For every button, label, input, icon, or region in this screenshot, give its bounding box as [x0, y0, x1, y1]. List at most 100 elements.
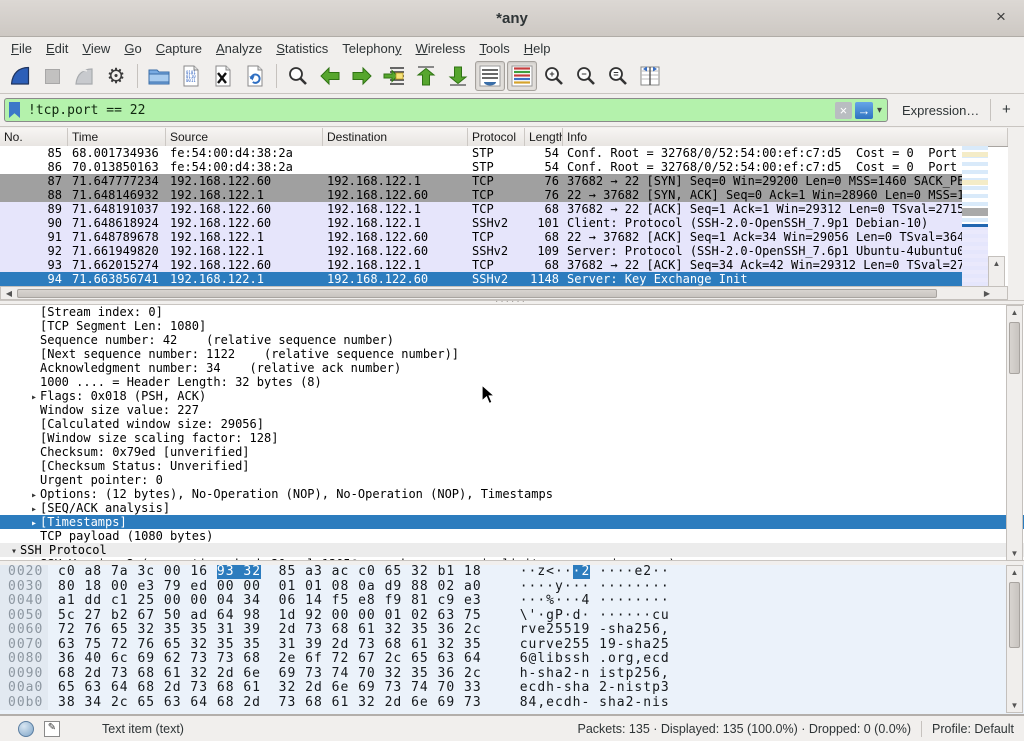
reload-file-icon[interactable]	[240, 61, 270, 91]
hex-ascii[interactable]: \'·gP·d· ······cu	[520, 608, 670, 623]
menu-view[interactable]: View	[75, 39, 117, 58]
menu-telephony[interactable]: Telephony	[335, 39, 408, 58]
hex-row-00b0[interactable]: 00b038 34 2c 65 63 64 68 2d 73 68 61 32 …	[0, 696, 1024, 711]
column-header-info[interactable]: Info	[563, 128, 1008, 146]
hex-row-0080[interactable]: 008036 40 6c 69 62 73 73 68 2e 6f 72 67 …	[0, 652, 1024, 667]
column-header-destination[interactable]: Destination	[323, 128, 468, 146]
packet-row-94[interactable]: 9471.663856741192.168.122.1192.168.122.6…	[0, 272, 962, 286]
titlebar[interactable]: *any ×	[0, 0, 1024, 37]
column-header-source[interactable]: Source	[166, 128, 323, 146]
hex-row-0090[interactable]: 009068 2d 73 68 61 32 2d 6e 69 73 74 70 …	[0, 667, 1024, 682]
expert-info-icon[interactable]	[18, 721, 34, 737]
hex-ascii[interactable]: ····y··· ········	[520, 579, 670, 594]
hex-bytes[interactable]: 63 75 72 76 65 32 35 35 31 39 2d 73 68 6…	[58, 637, 482, 652]
capture-comment-icon[interactable]: ✎	[44, 721, 60, 737]
packet-row-86[interactable]: 8670.013850163fe:54:00:d4:38:2aSTP54Conf…	[0, 160, 962, 174]
column-header-length[interactable]: Length	[525, 128, 563, 146]
packet-row-85[interactable]: 8568.001734936fe:54:00:d4:38:2aSTP54Conf…	[0, 146, 962, 160]
packet-list-minimap[interactable]	[962, 146, 988, 286]
zoom-in-icon[interactable]: +	[539, 61, 569, 91]
scroll-thumb[interactable]	[1009, 322, 1020, 374]
detail-row[interactable]: TCP payload (1080 bytes)	[0, 529, 1024, 543]
scroll-left-icon[interactable]: ◀	[3, 289, 15, 298]
detail-row[interactable]: ▸[SEQ/ACK analysis]	[0, 501, 1024, 515]
menu-help[interactable]: Help	[517, 39, 558, 58]
hex-bytes[interactable]: 38 34 2c 65 63 64 68 2d 73 68 61 32 2d 6…	[58, 695, 482, 710]
hex-row-0060[interactable]: 006072 76 65 32 35 35 31 39 2d 73 68 61 …	[0, 623, 1024, 638]
hex-ascii[interactable]: curve255 19-sha25	[520, 637, 670, 652]
apply-filter-icon[interactable]: →	[855, 102, 873, 119]
hex-bytes[interactable]: 5c 27 b2 67 50 ad 64 98 1d 92 00 00 01 0…	[58, 608, 482, 623]
packet-row-88[interactable]: 8871.648146932192.168.122.1192.168.122.6…	[0, 188, 962, 202]
scroll-down-icon[interactable]: ▼	[1007, 701, 1022, 710]
detail-row[interactable]: [Calculated window size: 29056]	[0, 417, 1024, 431]
column-header-time[interactable]: Time	[68, 128, 166, 146]
scroll-down-icon[interactable]: ▼	[1007, 549, 1022, 558]
scroll-up-icon[interactable]: ▲	[1007, 308, 1022, 317]
column-header-no[interactable]: No.	[0, 128, 68, 146]
hex-row-0020[interactable]: 0020c0 a8 7a 3c 00 16 93 32 85 a3 ac c0 …	[0, 565, 1024, 580]
display-filter-input[interactable]: !tcp.port == 22 × → ▾	[4, 98, 888, 122]
filter-text[interactable]: !tcp.port == 22	[28, 103, 835, 118]
colorize-icon[interactable]	[507, 61, 537, 91]
open-file-icon[interactable]	[144, 61, 174, 91]
detail-row[interactable]: Urgent pointer: 0	[0, 473, 1024, 487]
packet-row-91[interactable]: 9171.648789678192.168.122.1192.168.122.6…	[0, 230, 962, 244]
menu-file[interactable]: File	[4, 39, 39, 58]
auto-scroll-icon[interactable]	[475, 61, 505, 91]
packet-row-90[interactable]: 9071.648618924192.168.122.60192.168.122.…	[0, 216, 962, 230]
detail-row[interactable]: [Next sequence number: 1122 (relative se…	[0, 347, 1024, 361]
go-back-icon[interactable]	[315, 61, 345, 91]
hex-ascii[interactable]: ecdh-sha 2-nistp3	[520, 680, 670, 695]
packet-row-92[interactable]: 9271.661949820192.168.122.1192.168.122.6…	[0, 244, 962, 258]
profile-button[interactable]: Profile: Default	[932, 722, 1014, 736]
go-first-icon[interactable]	[411, 61, 441, 91]
detail-row[interactable]: ▸Options: (12 bytes), No-Operation (NOP)…	[0, 487, 1024, 501]
detail-row[interactable]: [Window size scaling factor: 128]	[0, 431, 1024, 445]
scroll-up-icon[interactable]: ▲	[989, 259, 1004, 268]
close-icon[interactable]: ×	[990, 6, 1012, 28]
scroll-thumb[interactable]	[17, 289, 937, 298]
zoom-out-icon[interactable]: −	[571, 61, 601, 91]
hex-bytes[interactable]: 68 2d 73 68 61 32 2d 6e 69 73 74 70 32 3…	[58, 666, 482, 681]
hex-ascii[interactable]: h-sha2-n istp256,	[520, 666, 670, 681]
start-capture-icon[interactable]	[5, 61, 35, 91]
filter-bookmark-icon[interactable]	[9, 102, 20, 118]
save-file-icon[interactable]: 010101100011	[176, 61, 206, 91]
vertical-scrollbar[interactable]: ▲▼	[1006, 565, 1023, 713]
hex-bytes[interactable]: 65 63 64 68 2d 73 68 61 32 2d 6e 69 73 7…	[58, 680, 482, 695]
packet-row-87[interactable]: 8771.647777234192.168.122.60192.168.122.…	[0, 174, 962, 188]
go-to-packet-icon[interactable]	[379, 61, 409, 91]
filter-history-caret-icon[interactable]: ▾	[877, 105, 882, 116]
detail-row[interactable]: [Checksum Status: Unverified]	[0, 459, 1024, 473]
hex-ascii[interactable]: ···%···4 ········	[520, 593, 670, 608]
resize-columns-icon[interactable]	[635, 61, 665, 91]
menu-tools[interactable]: Tools	[472, 39, 516, 58]
menu-go[interactable]: Go	[117, 39, 148, 58]
hex-ascii[interactable]: rve25519 -sha256,	[520, 622, 670, 637]
add-filter-button[interactable]: +	[1002, 101, 1011, 118]
hex-row-0050[interactable]: 00505c 27 b2 67 50 ad 64 98 1d 92 00 00 …	[0, 609, 1024, 624]
column-header-protocol[interactable]: Protocol	[468, 128, 525, 146]
detail-row[interactable]: Sequence number: 42 (relative sequence n…	[0, 333, 1024, 347]
expression-button[interactable]: Expression…	[902, 103, 979, 118]
hex-bytes[interactable]: 80 18 00 e3 79 ed 00 00 01 01 08 0a d9 8…	[58, 579, 482, 594]
detail-row[interactable]: Window size value: 227	[0, 403, 1024, 417]
detail-row[interactable]: Checksum: 0x79ed [unverified]	[0, 445, 1024, 459]
menu-wireless[interactable]: Wireless	[409, 39, 473, 58]
hex-bytes[interactable]: 36 40 6c 69 62 73 73 68 2e 6f 72 67 2c 6…	[58, 651, 482, 666]
detail-row[interactable]: ▸[Timestamps]	[0, 515, 1024, 529]
hex-row-00a0[interactable]: 00a065 63 64 68 2d 73 68 61 32 2d 6e 69 …	[0, 681, 1024, 696]
detail-row[interactable]: 1000 .... = Header Length: 32 bytes (8)	[0, 375, 1024, 389]
hex-row-0040[interactable]: 0040a1 dd c1 25 00 00 04 34 06 14 f5 e8 …	[0, 594, 1024, 609]
hex-bytes[interactable]: c0 a8 7a 3c 00 16 93 32 85 a3 ac c0 65 3…	[58, 565, 482, 579]
find-packet-icon[interactable]	[283, 61, 313, 91]
menu-edit[interactable]: Edit	[39, 39, 75, 58]
zoom-original-icon[interactable]: =	[603, 61, 633, 91]
hex-bytes[interactable]: 72 76 65 32 35 35 31 39 2d 73 68 61 32 3…	[58, 622, 482, 637]
hex-ascii[interactable]: 84,ecdh- sha2-nis	[520, 695, 670, 710]
vertical-scrollbar[interactable]: ▲▼	[1006, 305, 1023, 561]
scroll-thumb[interactable]	[1009, 582, 1020, 648]
clear-filter-icon[interactable]: ×	[835, 102, 852, 119]
detail-row[interactable]: [Stream index: 0]	[0, 305, 1024, 319]
